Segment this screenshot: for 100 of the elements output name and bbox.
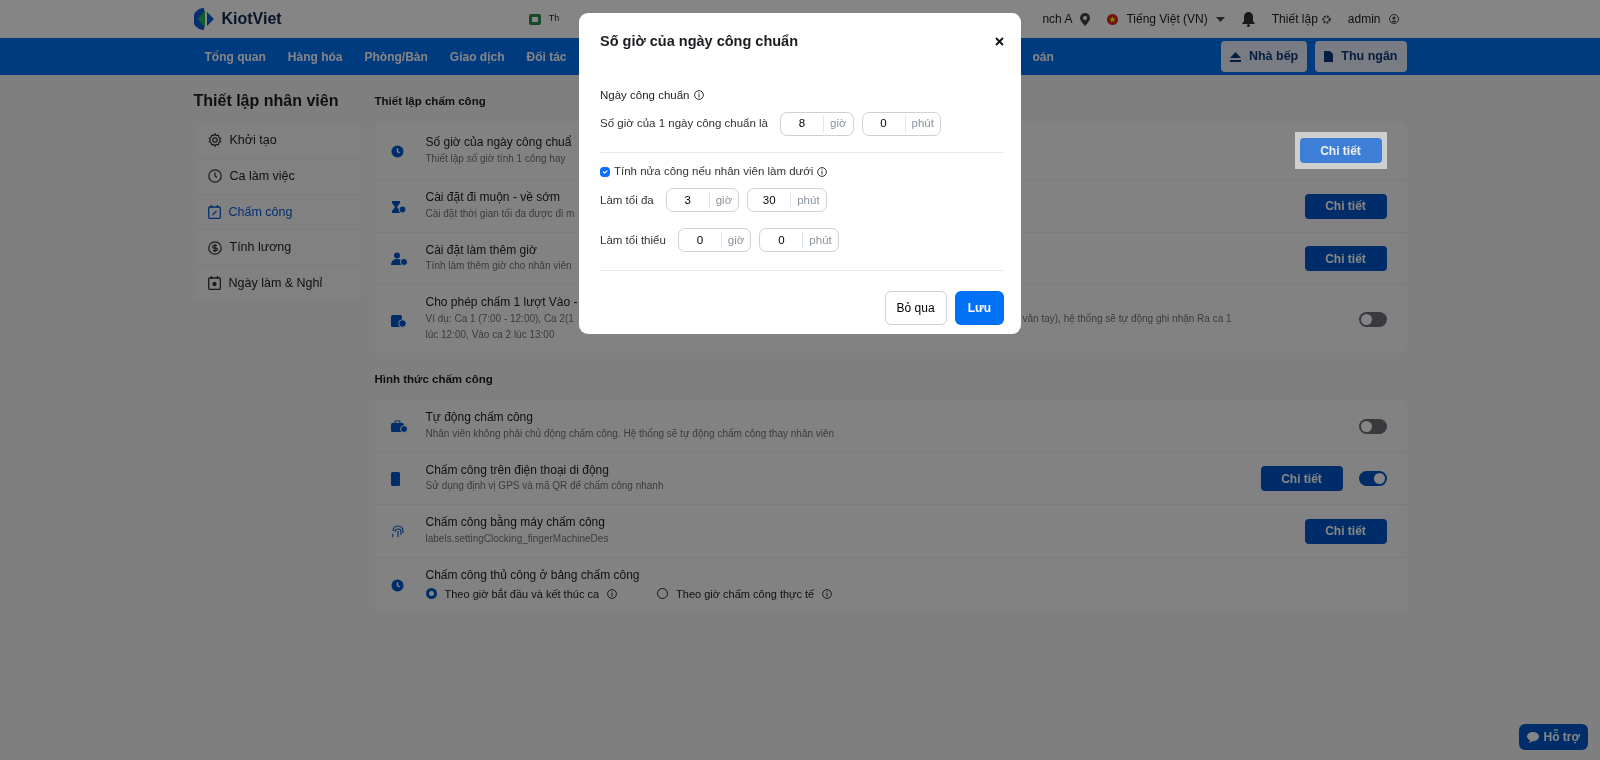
calendar-icon [207,204,221,219]
detail-button[interactable]: Chi tiết [1304,193,1387,219]
nav-tab[interactable]: oán [1021,47,1065,66]
toggle-switch[interactable] [1358,418,1387,434]
minutes-input[interactable]: 0 [760,231,803,249]
cashier-button[interactable]: Thu ngân [1315,41,1407,72]
gear-icon [1321,14,1331,24]
clock-icon [390,145,404,159]
unit-label: giờ [720,231,751,249]
field-heading: Ngày công chuẩn [600,87,690,103]
setting-title: Chấm công bằng máy chấm công [425,515,605,532]
info-icon [693,90,704,101]
setting-title: Cài đặt làm thêm giờ [425,242,537,259]
minutes-input[interactable]: 0 [862,115,905,133]
user-clock-icon [390,252,408,267]
sidebar-item[interactable]: Chấm công [193,194,361,231]
hours-input[interactable]: 3 [666,191,709,209]
unit-label: giờ [708,191,739,209]
sidebar-item[interactable]: Ngày làm & Nghỉ [193,266,361,302]
setting-title: Chấm công trên điện thoại di động [425,462,609,479]
store-icon [528,13,541,25]
setting-description: Ví dụ: Ca 1 (7:00 - 12:00), Ca 2(1 [425,313,574,325]
detail-button[interactable]: Chi tiết [1260,466,1343,492]
hours-field[interactable]: 3 giờ [665,188,740,213]
phone-icon [390,472,400,487]
cancel-button[interactable]: Bỏ qua [884,291,947,326]
calendar-icon [207,276,221,291]
gear-icon [207,133,222,148]
setting-title: Số giờ của ngày công chuẩ [425,134,572,151]
section-title: Hình thức chấm công [374,372,493,388]
minutes-field[interactable]: 0 phút [759,228,839,253]
sidebar-item[interactable]: Ca làm việc [193,158,361,195]
chat-icon [1527,731,1540,743]
document-icon [1324,51,1334,62]
sidebar-item[interactable]: Khởi tạo [193,123,361,159]
nav-tab[interactable]: Đối tác [515,47,578,66]
setting-description: Tính làm thêm giờ cho nhân viên [425,260,572,272]
bell-icon[interactable] [1241,11,1255,27]
sidebar-title: Thiết lập nhân viên [193,91,340,111]
clock-icon [207,169,222,184]
header-link[interactable]: Th [548,12,560,26]
toggle-switch[interactable] [1358,311,1387,327]
detail-button[interactable]: Chi tiết [1299,138,1382,164]
minutes-field[interactable]: 30 phút [747,188,827,213]
hours-field[interactable]: 0 giờ [677,228,752,253]
nav-tab[interactable]: Tổng quan [193,47,277,66]
section-title: Thiết lập chấm công [374,94,486,110]
nav-tab[interactable]: Giao dịch [438,47,516,66]
nav-tab[interactable]: Hàng hóa [276,47,354,66]
setting-title: Cài đặt đi muộn - về sớm [425,190,561,206]
hours-input[interactable]: 8 [781,115,824,133]
setting-description: Thiết lập số giờ tính 1 công hay [425,152,566,164]
unit-label: phút [802,231,838,249]
toggle-switch[interactable] [1358,471,1387,487]
logo-text: KiotViet [221,9,282,29]
setting-description: vân tay), hệ thống sẽ tự động ghi nhận Ra ca 1 [1022,313,1232,325]
dialog-title: Số giờ của ngày công chuẩn [600,32,799,51]
minutes-input[interactable]: 30 [748,191,791,209]
unit-label: phút [790,191,826,209]
setting-title: Cho phép chấm 1 lượt Vào - [425,295,578,312]
location-pin-icon [1080,12,1091,26]
branch-name[interactable]: nch A [1042,10,1073,28]
clock-icon [390,579,404,593]
setting-title: Chấm công thủ công ở bảng chấm công [425,568,640,584]
help-button[interactable]: Hỗ trợ [1519,724,1588,750]
calendar-clock-icon [390,312,407,328]
setting-description: Sử dụng định vị GPS và mã QR để chấm công nhanh [425,480,664,492]
setting-description: Cài đặt thời gian tối đa được đi m [425,207,575,219]
briefcase-clock-icon [390,420,408,434]
hours-input[interactable]: 0 [678,231,721,249]
user-menu[interactable]: admin [1347,10,1399,28]
eject-icon [1229,51,1241,62]
settings-link[interactable]: Thiết lập [1271,10,1331,28]
unit-label: phút [904,115,940,133]
detail-button[interactable]: Chi tiết [1304,518,1387,544]
radio-button[interactable] [425,588,437,600]
unit-label: giờ [823,115,853,133]
hourglass-icon [390,199,407,214]
flag-icon [1107,13,1119,25]
language-selector[interactable]: Tiếng Việt (VN) [1107,10,1225,28]
info-icon [607,588,618,599]
hours-field[interactable]: 8 giờ [780,112,854,136]
field-label: Số giờ của 1 ngày công chuẩn là [600,116,769,132]
radio-option[interactable]: Theo giờ bắt đầu và kết thúc ca [425,585,618,603]
checkbox[interactable] [600,166,610,177]
nav-tab[interactable]: Phòng/Bàn [353,47,439,66]
user-icon [1388,14,1399,24]
setting-description: Nhân viên không phải chủ động chấm công. Hệ thống sẽ tự động chấm công thay nhân viên [425,427,835,439]
setting-description: lúc 12:00, Vào ca 2 lúc 13:00 [425,329,555,341]
sidebar-item[interactable]: Tính lương [193,230,361,266]
save-button[interactable]: Lưu [954,291,1004,326]
checkbox-label: Tính nửa công nếu nhân viên làm dưới [614,164,814,179]
kitchen-button[interactable]: Nhà bếp [1220,41,1308,72]
minutes-field[interactable]: 0 phút [861,112,941,136]
field-label: Làm tối đa [600,192,654,208]
close-icon[interactable] [995,37,1004,47]
field-label: Làm tối thiểu [600,232,666,248]
radio-option[interactable]: Theo giờ chấm công thực tế [657,585,833,603]
detail-button[interactable]: Chi tiết [1304,246,1387,272]
info-icon [817,166,828,177]
